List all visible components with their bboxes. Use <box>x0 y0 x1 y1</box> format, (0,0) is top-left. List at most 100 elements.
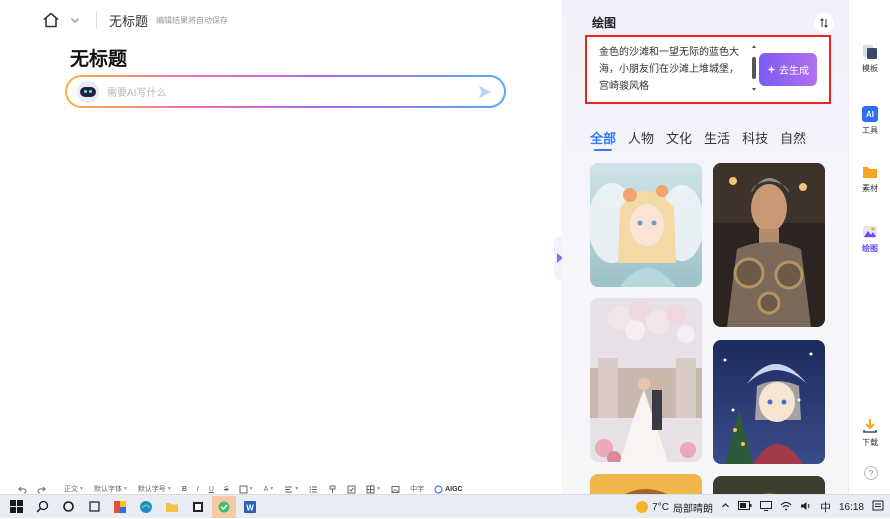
os-taskbar: W 7°C 局部晴朗 中 16:18 <box>0 494 890 518</box>
tab-tech[interactable]: 科技 <box>742 128 768 147</box>
tab-nature[interactable]: 自然 <box>780 128 806 147</box>
sparkle-icon <box>767 65 776 74</box>
strikethrough-button[interactable]: S <box>224 486 229 493</box>
drawing-panel: 绘图 金色的沙滩和一望无际的蓝色大海，小朋友们在沙滩上堆城堡，宫崎骏风格 去生成… <box>562 0 848 494</box>
sidebar-item-label: 模板 <box>862 64 878 73</box>
aigc-icon <box>434 484 443 494</box>
sidebar-item-download[interactable]: 下载 <box>849 418 890 448</box>
gallery-image-wedding[interactable] <box>590 298 702 462</box>
template-icon <box>862 44 878 60</box>
home-icon[interactable] <box>40 9 62 31</box>
gallery-image-fairy[interactable] <box>590 163 702 287</box>
highlight-icon[interactable]: ▼ <box>239 485 254 494</box>
editor-topbar: 无标题 编辑结果将自动保存 <box>40 8 228 32</box>
drawing-icon <box>862 224 878 240</box>
chinese-char-button[interactable]: 中字 <box>410 484 424 494</box>
word-app-icon[interactable]: W <box>238 496 262 518</box>
battery-icon[interactable] <box>737 501 752 513</box>
italic-button[interactable]: I <box>197 486 199 493</box>
bold-button[interactable]: B <box>182 486 187 493</box>
svg-text:W: W <box>246 503 254 512</box>
system-tray: 7°C 局部晴朗 中 16:18 <box>636 495 884 519</box>
redo-icon[interactable] <box>37 485 46 494</box>
underline-button[interactable]: U <box>209 486 214 493</box>
tab-people[interactable]: 人物 <box>628 128 654 147</box>
format-painter-icon[interactable] <box>328 485 337 494</box>
gallery-image-partial-right[interactable] <box>713 476 825 494</box>
paragraph-style-label: 正文 <box>64 486 78 493</box>
font-size-label: 默认字号 <box>137 486 166 493</box>
header-doc-title[interactable]: 无标题 <box>109 11 148 30</box>
swap-order-button[interactable] <box>814 13 834 33</box>
sidebar-item-label: 素材 <box>862 184 878 193</box>
wifi-icon[interactable] <box>780 501 792 514</box>
sort-icon <box>820 18 828 28</box>
file-explorer-icon[interactable] <box>160 496 184 518</box>
sidebar-item-template[interactable]: 模板 <box>849 44 890 74</box>
gallery-image-partial-left[interactable] <box>590 474 702 494</box>
font-family-select[interactable]: 默认字体 ▼ <box>94 484 128 494</box>
prompt-input[interactable]: 金色的沙滩和一望无际的蓝色大海，小朋友们在沙滩上堆城堡，宫崎骏风格 去生成 <box>585 35 831 104</box>
page-title[interactable]: 无标题 <box>70 44 127 71</box>
ai-input-placeholder[interactable]: 需要AI写什么 <box>107 84 476 99</box>
ai-write-input[interactable]: 需要AI写什么 <box>65 75 506 108</box>
cortana-icon[interactable] <box>56 496 80 518</box>
sidebar-item-drawing[interactable]: 绘图 <box>849 224 890 254</box>
font-size-select[interactable]: 默认字号 ▼ <box>138 484 172 494</box>
tab-all[interactable]: 全部 <box>590 128 616 151</box>
sidebar-item-label: 绘图 <box>862 244 878 253</box>
ime-indicator[interactable]: 中 <box>820 499 831 515</box>
help-button[interactable]: ? <box>864 466 878 480</box>
aigc-label: AIGC <box>445 485 463 493</box>
prompt-scrollbar[interactable] <box>752 45 756 91</box>
download-icon <box>862 418 878 434</box>
font-color-label: A <box>263 485 269 493</box>
sidebar-item-label: 工具 <box>862 126 878 135</box>
generate-button[interactable]: 去生成 <box>759 53 817 86</box>
notification-icon[interactable] <box>872 500 884 515</box>
app-icon-colorful[interactable] <box>108 496 132 518</box>
font-family-label: 默认字体 <box>93 486 122 493</box>
tab-culture[interactable]: 文化 <box>666 128 692 147</box>
search-icon[interactable] <box>30 496 54 518</box>
temperature: 7°C <box>652 501 669 513</box>
divider <box>96 11 97 29</box>
category-tabs: 全部 人物 文化 生活 科技 自然 <box>590 128 806 151</box>
volume-icon[interactable] <box>800 501 812 514</box>
chevron-up-icon[interactable] <box>721 501 730 513</box>
prompt-text[interactable]: 金色的沙滩和一望无际的蓝色大海，小朋友们在沙滩上堆城堡，宫崎骏风格 <box>599 44 743 95</box>
send-icon[interactable] <box>476 83 494 101</box>
list-icon[interactable] <box>309 485 318 494</box>
clock[interactable]: 16:18 <box>839 502 864 513</box>
app-window: 无标题 编辑结果将自动保存 无标题 需要AI写什么 正文 ▼ 默认字体 ▼ 默认字号… <box>0 0 890 494</box>
ai-robot-icon <box>77 80 99 103</box>
ai-tool-icon: AI <box>862 106 878 122</box>
panel-title: 绘图 <box>592 16 617 30</box>
monitor-icon[interactable] <box>759 500 772 514</box>
autosave-note: 编辑结果将自动保存 <box>156 15 229 25</box>
wps-app-icon[interactable] <box>212 495 236 518</box>
checkbox-icon[interactable] <box>347 485 356 494</box>
weather-widget[interactable]: 7°C 局部晴朗 <box>636 500 713 515</box>
edge-browser-icon[interactable] <box>134 496 158 518</box>
undo-icon[interactable] <box>18 485 27 494</box>
chevron-down-icon[interactable] <box>68 13 82 27</box>
task-view-icon[interactable] <box>82 496 106 518</box>
font-color-button[interactable]: A ▼ <box>264 486 275 493</box>
align-icon[interactable]: ▼ <box>284 485 299 494</box>
sidebar-item-label: 下载 <box>862 438 878 447</box>
sidebar-item-ai-tools[interactable]: AI 工具 <box>849 106 890 136</box>
tab-life[interactable]: 生活 <box>704 128 730 147</box>
gallery-image-winter-girl[interactable] <box>713 340 825 464</box>
table-icon[interactable]: ▼ <box>366 485 381 494</box>
aigc-button[interactable]: AIGC <box>434 484 463 494</box>
generate-label: 去生成 <box>779 66 809 77</box>
image-icon[interactable] <box>391 485 400 494</box>
sun-icon <box>636 501 649 513</box>
notes-app-icon[interactable] <box>186 496 210 518</box>
right-icon-bar: 模板 AI 工具 素材 绘图 下载 ? <box>848 0 890 494</box>
windows-start-icon[interactable] <box>4 496 28 518</box>
gallery-image-steampunk[interactable] <box>713 163 825 327</box>
sidebar-item-assets[interactable]: 素材 <box>849 164 890 194</box>
paragraph-style-select[interactable]: 正文 ▼ <box>64 484 84 494</box>
